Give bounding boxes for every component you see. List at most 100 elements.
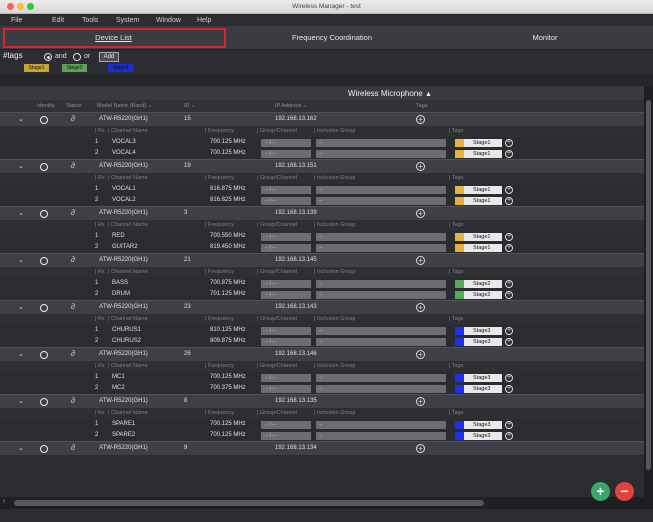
- channel-row[interactable]: 2 MC2 700.375 MHz -- / -- -- Stage3 +: [0, 383, 644, 394]
- col-tags[interactable]: Tags: [416, 103, 428, 109]
- inclusion-group-field[interactable]: --: [316, 197, 446, 205]
- vertical-scrollbar[interactable]: [644, 86, 653, 497]
- tag-chip-stage2[interactable]: Stage2: [62, 64, 87, 72]
- add-channel-tag-plus-icon[interactable]: +: [505, 327, 513, 335]
- chevron-down-icon[interactable]: ⌄: [18, 444, 24, 452]
- device-row[interactable]: ⌄ ∂ ATW-R5220(GH1) 8 192.168.13.135 +: [0, 394, 644, 408]
- channel-tag[interactable]: Stage3: [455, 421, 502, 429]
- menu-help[interactable]: Help: [197, 17, 211, 24]
- channel-tag[interactable]: Stage3: [455, 338, 502, 346]
- group-channel-field[interactable]: -- / --: [261, 338, 311, 346]
- add-tag-plus-icon[interactable]: +: [416, 444, 425, 453]
- channel-row[interactable]: 1 BASS 700.875 MHz -- / -- -- Stage2 +: [0, 278, 644, 289]
- add-device-button[interactable]: +: [591, 482, 610, 501]
- chevron-down-icon[interactable]: ⌄: [18, 303, 24, 311]
- col-ip[interactable]: IP Address ⌄: [275, 103, 308, 109]
- horizontal-scroll-thumb[interactable]: [14, 500, 484, 506]
- group-channel-field[interactable]: -- / --: [261, 327, 311, 335]
- add-tag-plus-icon[interactable]: +: [416, 350, 425, 359]
- chevron-down-icon[interactable]: ⌄: [18, 256, 24, 264]
- add-tag-plus-icon[interactable]: +: [416, 115, 425, 124]
- inclusion-group-field[interactable]: --: [316, 421, 446, 429]
- add-channel-tag-plus-icon[interactable]: +: [505, 280, 513, 288]
- inclusion-group-field[interactable]: --: [316, 385, 446, 393]
- channel-row[interactable]: 2 CHURUS2 809.875 MHz -- / -- -- Stage3 +: [0, 336, 644, 347]
- add-channel-tag-plus-icon[interactable]: +: [505, 338, 513, 346]
- tab-device-list[interactable]: Device List: [0, 26, 227, 50]
- menu-system[interactable]: System: [116, 17, 139, 24]
- add-channel-tag-plus-icon[interactable]: +: [505, 139, 513, 147]
- inclusion-group-field[interactable]: --: [316, 374, 446, 382]
- vertical-scroll-thumb[interactable]: [646, 100, 651, 470]
- identify-circle-icon[interactable]: [40, 210, 48, 218]
- channel-tag[interactable]: Stage1: [455, 244, 502, 252]
- group-channel-field[interactable]: -- / --: [261, 150, 311, 158]
- add-tag-button[interactable]: Add: [99, 52, 119, 62]
- channel-tag[interactable]: Stage1: [455, 150, 502, 158]
- channel-tag[interactable]: Stage3: [455, 327, 502, 335]
- add-tag-plus-icon[interactable]: +: [416, 162, 425, 171]
- device-row[interactable]: ⌄ ∂ ATW-R5220(GH1) 21 192.168.13.145 +: [0, 253, 644, 267]
- group-channel-field[interactable]: -- / --: [261, 291, 311, 299]
- add-channel-tag-plus-icon[interactable]: +: [505, 374, 513, 382]
- add-channel-tag-plus-icon[interactable]: +: [505, 291, 513, 299]
- add-channel-tag-plus-icon[interactable]: +: [505, 385, 513, 393]
- tag-chip-stage3[interactable]: Stage3: [108, 64, 133, 72]
- channel-row[interactable]: 1 SPARE1 700.125 MHz -- / -- -- Stage3 +: [0, 419, 644, 430]
- inclusion-group-field[interactable]: --: [316, 327, 446, 335]
- device-row[interactable]: ⌄ ∂ ATW-R5220(GH1) 23 192.168.13.143 +: [0, 300, 644, 314]
- channel-tag[interactable]: Stage3: [455, 432, 502, 440]
- chevron-down-icon[interactable]: ⌄: [18, 115, 24, 123]
- channel-row[interactable]: 2 VOCAL4 700.125 MHz -- / -- -- Stage1 +: [0, 148, 644, 159]
- inclusion-group-field[interactable]: --: [316, 139, 446, 147]
- scroll-left-arrow-icon[interactable]: ‹: [3, 498, 5, 505]
- add-channel-tag-plus-icon[interactable]: +: [505, 244, 513, 252]
- tab-frequency-coordination[interactable]: Frequency Coordination: [227, 26, 437, 50]
- identify-circle-icon[interactable]: [40, 304, 48, 312]
- inclusion-group-field[interactable]: --: [316, 244, 446, 252]
- group-channel-field[interactable]: -- / --: [261, 197, 311, 205]
- menu-file[interactable]: File: [11, 17, 22, 24]
- remove-device-button[interactable]: −: [615, 482, 634, 501]
- channel-row[interactable]: 1 CHURUS1 810.125 MHz -- / -- -- Stage3 +: [0, 325, 644, 336]
- group-channel-field[interactable]: -- / --: [261, 186, 311, 194]
- menu-tools[interactable]: Tools: [82, 17, 98, 24]
- add-channel-tag-plus-icon[interactable]: +: [505, 421, 513, 429]
- add-channel-tag-plus-icon[interactable]: +: [505, 432, 513, 440]
- group-channel-field[interactable]: -- / --: [261, 385, 311, 393]
- channel-row[interactable]: 2 SPARE2 700.125 MHz -- / -- -- Stage3 +: [0, 430, 644, 441]
- device-row[interactable]: ⌄ ∂ ATW-R5220(GH1) 15 192.168.13.162 +: [0, 112, 644, 126]
- add-tag-plus-icon[interactable]: +: [416, 303, 425, 312]
- channel-tag[interactable]: Stage3: [455, 385, 502, 393]
- inclusion-group-field[interactable]: --: [316, 280, 446, 288]
- channel-row[interactable]: 1 VOCAL3 700.125 MHz -- / -- -- Stage1 +: [0, 137, 644, 148]
- identify-circle-icon[interactable]: [40, 116, 48, 124]
- group-channel-field[interactable]: -- / --: [261, 432, 311, 440]
- add-tag-plus-icon[interactable]: +: [416, 209, 425, 218]
- group-channel-field[interactable]: -- / --: [261, 233, 311, 241]
- group-channel-field[interactable]: -- / --: [261, 374, 311, 382]
- channel-row[interactable]: 1 RED 700.550 MHz -- / -- -- Stage1 +: [0, 231, 644, 242]
- col-id[interactable]: ID ⌄: [184, 103, 196, 109]
- add-channel-tag-plus-icon[interactable]: +: [505, 197, 513, 205]
- section-header-wireless-microphone[interactable]: Wireless Microphone ▲: [0, 86, 644, 100]
- group-channel-field[interactable]: -- / --: [261, 139, 311, 147]
- inclusion-group-field[interactable]: --: [316, 432, 446, 440]
- chevron-down-icon[interactable]: ⌄: [18, 350, 24, 358]
- add-tag-plus-icon[interactable]: +: [416, 256, 425, 265]
- device-row[interactable]: ⌄ ∂ ATW-R5220(GH1) 3 192.168.13.139 +: [0, 206, 644, 220]
- identify-circle-icon[interactable]: [40, 445, 48, 453]
- menu-edit[interactable]: Edit: [52, 17, 64, 24]
- device-row[interactable]: ⌄ ∂ ATW-R5220(GH1) 9 192.168.13.134 +: [0, 441, 644, 455]
- add-channel-tag-plus-icon[interactable]: +: [505, 186, 513, 194]
- col-status[interactable]: Status: [66, 103, 82, 109]
- channel-tag[interactable]: Stage1: [455, 233, 502, 241]
- tab-monitor[interactable]: Monitor: [437, 26, 653, 50]
- tag-or-radio[interactable]: [73, 53, 81, 61]
- channel-tag[interactable]: Stage2: [455, 280, 502, 288]
- add-channel-tag-plus-icon[interactable]: +: [505, 233, 513, 241]
- channel-row[interactable]: 2 DRUM 701.125 MHz -- / -- -- Stage2 +: [0, 289, 644, 300]
- tag-and-radio[interactable]: [44, 53, 52, 61]
- chevron-down-icon[interactable]: ⌄: [18, 397, 24, 405]
- group-channel-field[interactable]: -- / --: [261, 421, 311, 429]
